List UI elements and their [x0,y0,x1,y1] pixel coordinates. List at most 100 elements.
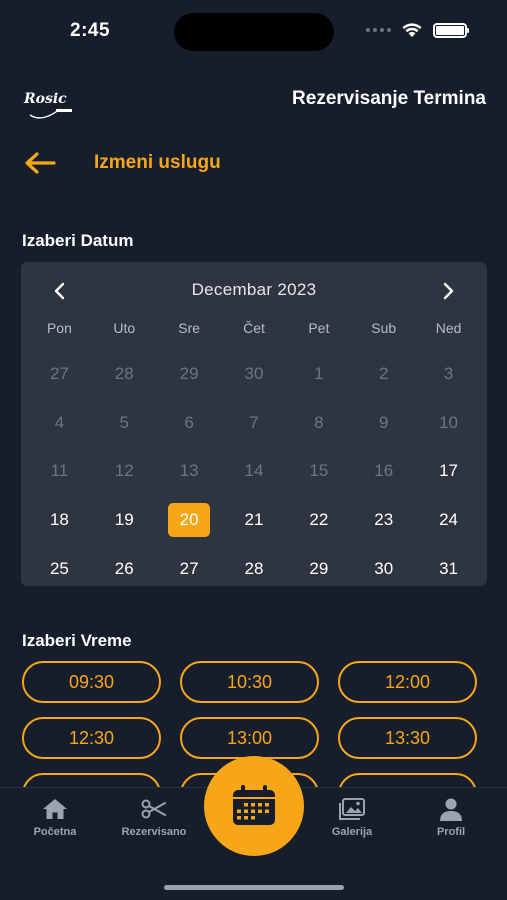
book-appointment-button[interactable] [204,756,304,856]
calendar-day[interactable]: 24 [416,496,481,545]
calendar-grid: 27 28 29 30 1 2 3 4 5 6 7 8 9 10 11 12 13 14 15 16 17 18 19 20 2… [27,350,481,593]
calendar-day: 29 [157,350,222,399]
time-slot[interactable]: 09:30 [22,661,161,703]
calendar-day-label: 30 [244,364,264,384]
calendar-day-label: 27 [179,558,199,578]
calendar-weekdays: Pon Uto Sre Čet Pet Sub Ned [27,320,481,336]
calendar-day[interactable]: 18 [27,496,92,545]
calendar-day[interactable]: 30 [351,544,416,593]
profile-icon [440,798,462,821]
calendar-day[interactable]: 23 [351,496,416,545]
nav-item-reserved[interactable]: Rezervisano [109,796,199,838]
calendar-day-label: 21 [244,510,264,530]
time-slot[interactable]: 13:30 [338,717,477,759]
calendar-day: 30 [222,350,287,399]
calendar-day: 8 [286,399,351,448]
calendar-day[interactable]: 28 [222,544,287,593]
calendar-day: 6 [157,399,222,448]
calendar-day: 13 [157,447,222,496]
calendar-day-selected[interactable]: 20 [157,496,222,545]
page-title: Rezervisanje Termina [292,88,486,109]
next-month-button[interactable] [435,278,463,304]
calendar-day: 10 [416,399,481,448]
calendar-day-label: 12 [114,461,134,481]
calendar-day-label: 5 [119,412,129,432]
calendar-day[interactable]: 26 [92,544,157,593]
calendar-month: Decembar 2023 [191,280,317,299]
calendar-day: 4 [27,399,92,448]
dynamic-island [174,13,334,51]
calendar-day-label: 9 [378,412,389,432]
chevron-right-icon [443,282,454,300]
calendar-day-label: 26 [114,558,134,578]
calendar-day: 28 [92,350,157,399]
calendar-day-label: 24 [439,510,459,530]
calendar-icon [233,785,275,825]
calendar-day-label: 23 [374,510,394,530]
weekday-label: Pon [46,320,72,336]
calendar-day-label: 4 [54,412,65,432]
nav-label: Profil [436,826,466,838]
calendar-day-label: 29 [309,558,329,578]
time-section-title: Izaberi Vreme [22,631,132,650]
calendar-day-label: 1 [314,364,324,384]
status-time: 2:45 [70,20,111,41]
nav-item-profile[interactable]: Profil [406,796,496,838]
calendar-day[interactable]: 22 [286,496,351,545]
calendar-header: Decembar 2023 [21,276,487,304]
weekday-label: Ned [435,320,462,336]
weekday-label: Sub [371,320,397,336]
signal-icon [366,28,391,32]
weekday-label: Uto [113,320,136,336]
calendar-day[interactable]: 31 [416,544,481,593]
battery-icon [433,22,469,38]
time-slot[interactable]: 12:30 [22,717,161,759]
home-icon [43,799,67,819]
calendar-day[interactable]: 27 [157,544,222,593]
calendar-day-label: 15 [309,461,329,481]
nav-label: Početna [33,826,77,838]
calendar-day[interactable]: 17 [416,447,481,496]
calendar-day-label: 7 [249,412,259,432]
calendar-day-label: 11 [50,461,69,481]
time-slot[interactable]: 12:00 [338,661,477,703]
calendar-day: 2 [351,350,416,399]
calendar-day-label: 6 [184,412,194,432]
calendar-day: 12 [92,447,157,496]
weekday-label: Pet [308,320,330,336]
calendar-day-label: 22 [309,510,329,530]
calendar-day-label: 13 [179,461,199,481]
back-arrow-icon[interactable] [24,148,58,178]
back-label[interactable]: Izmeni uslugu [94,152,221,174]
calendar-day-label: 20 [168,503,211,538]
status-bar: 2:45 [0,0,507,62]
calendar-day[interactable]: 29 [286,544,351,593]
calendar-day-label: 17 [439,461,459,481]
calendar-day: 11 [27,447,92,496]
home-indicator [164,885,344,890]
nav-label: Galerija [331,826,373,838]
calendar-day: 27 [27,350,92,399]
calendar-day-label: 29 [179,364,199,384]
nav-label: Rezervisano [121,826,187,838]
calendar-day: 14 [222,447,287,496]
nav-item-gallery[interactable]: Galerija [307,796,397,838]
calendar-day[interactable]: 21 [222,496,287,545]
nav-item-home[interactable]: Početna [10,796,100,838]
calendar-day: 9 [351,399,416,448]
calendar-day-label: 3 [443,364,454,384]
back-row[interactable]: Izmeni uslugu [24,145,221,181]
time-slot[interactable]: 13:00 [180,717,319,759]
calendar-day: 5 [92,399,157,448]
calendar-day-label: 2 [378,364,389,384]
calendar-day[interactable]: 25 [27,544,92,593]
app-header: Rosic Rezervisanje Termina [0,80,507,125]
calendar-day[interactable]: 19 [92,496,157,545]
calendar-day-label: 28 [114,364,134,384]
calendar-day: 16 [351,447,416,496]
calendar-day-label: 30 [374,558,394,578]
time-slot[interactable]: 10:30 [180,661,319,703]
weekday-label: Sre [178,320,201,336]
calendar-day-label: 31 [439,558,459,578]
calendar-day-label: 16 [374,461,394,481]
